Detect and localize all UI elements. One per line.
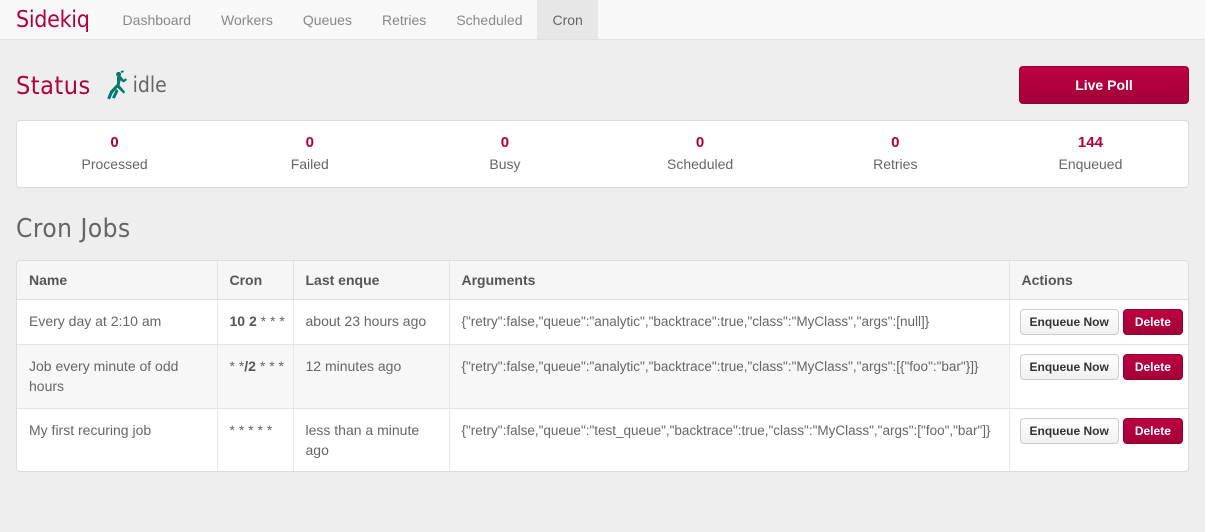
cell-actions: Enqueue Now Delete [1009,344,1188,409]
stat-value: 0 [891,134,900,152]
cron-expression: 10 2 * * * [230,313,285,329]
status-group: Status idle [16,70,167,100]
status-row: Status idle Live Poll [16,40,1189,112]
column-header-actions: Actions [1009,261,1188,300]
cron-expression-rest: * * * [256,313,285,329]
cell-job-name: Every day at 2:10 am [17,299,218,345]
nav-item-workers[interactable]: Workers [206,0,288,39]
column-header-arguments: Arguments [449,261,1010,300]
delete-button[interactable]: Delete [1122,309,1183,335]
cron-expression-rest: * * * [255,358,284,374]
cron-expression: * */2 * * * [230,358,285,374]
arguments-json: {"retry":false,"queue":"analytic","backt… [461,359,979,374]
enqueue-now-button[interactable]: Enqueue Now [1019,354,1119,380]
table-body: Every day at 2:10 am 10 2 * * * about 23… [17,299,1188,472]
table-row: My first recuring job * * * * * less tha… [17,408,1188,472]
cell-arguments: {"retry":false,"queue":"analytic","backt… [449,299,1010,345]
cell-job-name: My first recuring job [17,408,218,472]
arguments-json: {"retry":false,"queue":"test_queue","bac… [461,422,991,438]
page-title: Cron Jobs [16,214,131,244]
cell-actions: Enqueue Now Delete [1009,299,1188,345]
nav-item-cron[interactable]: Cron [537,0,598,39]
nav-item-queues[interactable]: Queues [288,0,367,39]
cron-jobs-table: Name Cron Last enque Arguments Actions E… [17,261,1188,472]
column-header-cron: Cron [217,261,294,300]
navbar: Sidekiq Dashboard Workers Queues Retries… [0,0,1205,40]
stat-value: 0 [500,134,510,152]
status-label: Status [16,70,91,100]
table-header-row: Name Cron Last enque Arguments Actions [17,261,1188,300]
sidekiq-person-icon [105,70,129,100]
cron-expression-bold: 10 2 [229,313,257,329]
stat-label: Retries [873,155,918,172]
delete-button[interactable]: Delete [1122,417,1183,444]
stat-enqueued: 144 Enqueued [993,121,1188,187]
nav-item-retries[interactable]: Retries [367,0,441,39]
stat-value: 0 [110,134,119,152]
nav-item-scheduled[interactable]: Scheduled [441,0,537,39]
stat-retries: 0 Retries [798,121,993,187]
column-header-last-enqueue: Last enque [293,261,450,300]
cell-cron-expression: 10 2 * * * [217,299,294,345]
table-row: Job every minute of odd hours * */2 * * … [17,344,1188,409]
cell-actions: Enqueue Now Delete [1009,408,1188,471]
stat-label: Enqueued [1058,155,1123,172]
cell-job-name: Job every minute of odd hours [17,344,218,409]
stat-label: Processed [81,155,148,172]
delete-button[interactable]: Delete [1122,354,1183,380]
stat-busy: 0 Busy [407,121,602,187]
stat-label: Failed [290,155,329,172]
stat-label: Scheduled [667,155,734,172]
stat-value: 0 [305,134,314,152]
status-text: idle [132,73,167,97]
arguments-json: {"retry":false,"queue":"analytic","backt… [461,314,930,329]
stats-card: 0 Processed 0 Failed 0 Busy 0 Scheduled … [16,120,1189,188]
column-header-name: Name [17,261,218,300]
stat-scheduled: 0 Scheduled [603,121,798,187]
cell-cron-expression: * */2 * * * [217,344,294,409]
table-row: Every day at 2:10 am 10 2 * * * about 23… [17,299,1188,345]
cell-last-enqueue: 12 minutes ago [293,344,450,409]
stat-label: Busy [489,155,521,172]
stat-processed: 0 Processed [17,121,212,187]
cell-last-enqueue: about 23 hours ago [293,299,450,345]
cell-arguments: {"retry":false,"queue":"test_queue","bac… [449,408,1010,472]
enqueue-now-button[interactable]: Enqueue Now [1019,309,1119,335]
main-nav: Dashboard Workers Queues Retries Schedul… [108,0,598,39]
cell-last-enqueue: less than a minute ago [293,408,450,472]
cron-expression-pre: * * [229,358,245,374]
cron-expression: * * * * * [230,422,273,438]
live-poll-button[interactable]: Live Poll [1019,66,1189,104]
cron-jobs-table-wrapper: Name Cron Last enque Arguments Actions E… [16,260,1189,473]
cell-arguments: {"retry":false,"queue":"analytic","backt… [449,344,1010,409]
cell-cron-expression: * * * * * [217,408,294,472]
nav-item-dashboard[interactable]: Dashboard [108,0,207,39]
cron-expression-bold: /2 [244,358,256,374]
stat-value: 144 [1077,134,1103,152]
cron-expression-rest: * * * * * [229,421,273,438]
page-container: Status idle Live Poll 0 Processed 0 Fail… [0,40,1205,473]
table-head: Name Cron Last enque Arguments Actions [17,261,1188,300]
stat-failed: 0 Failed [212,121,407,187]
brand-logo[interactable]: Sidekiq [0,0,108,39]
stat-value: 0 [695,134,705,152]
enqueue-now-button[interactable]: Enqueue Now [1019,417,1119,444]
